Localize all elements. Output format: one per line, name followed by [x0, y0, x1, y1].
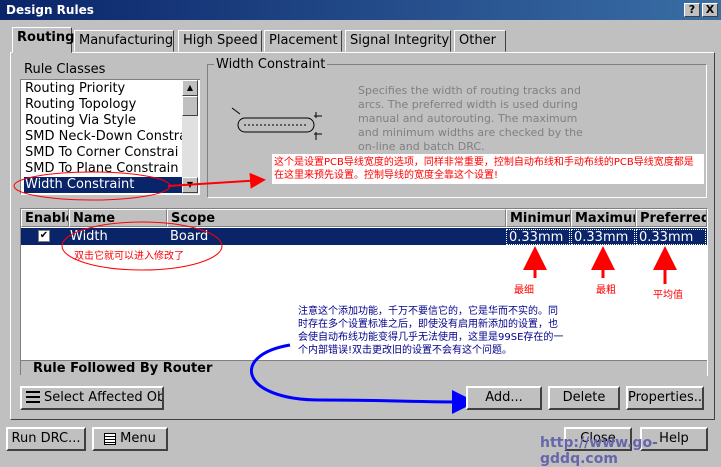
watermark: http://www.go-gddq.com — [540, 435, 658, 467]
highlight-rule-row — [61, 221, 223, 271]
menu-icon — [104, 432, 117, 445]
tab-routing[interactable]: Routing — [12, 27, 74, 53]
add-button[interactable]: Add... — [466, 386, 542, 410]
properties-button[interactable]: Properties.. — [626, 386, 704, 410]
arrow-to-top-note — [167, 172, 266, 189]
select-affected-icon — [26, 390, 40, 405]
delete-button[interactable]: Delete — [548, 386, 620, 410]
select-affected-button[interactable]: Select Affected Obj — [20, 386, 164, 410]
highlight-width-constraint — [13, 171, 171, 201]
run-drc-button[interactable]: Run DRC... — [6, 427, 86, 451]
arrow-to-add-button — [249, 343, 476, 414]
menu-button[interactable]: Menu — [92, 427, 168, 451]
